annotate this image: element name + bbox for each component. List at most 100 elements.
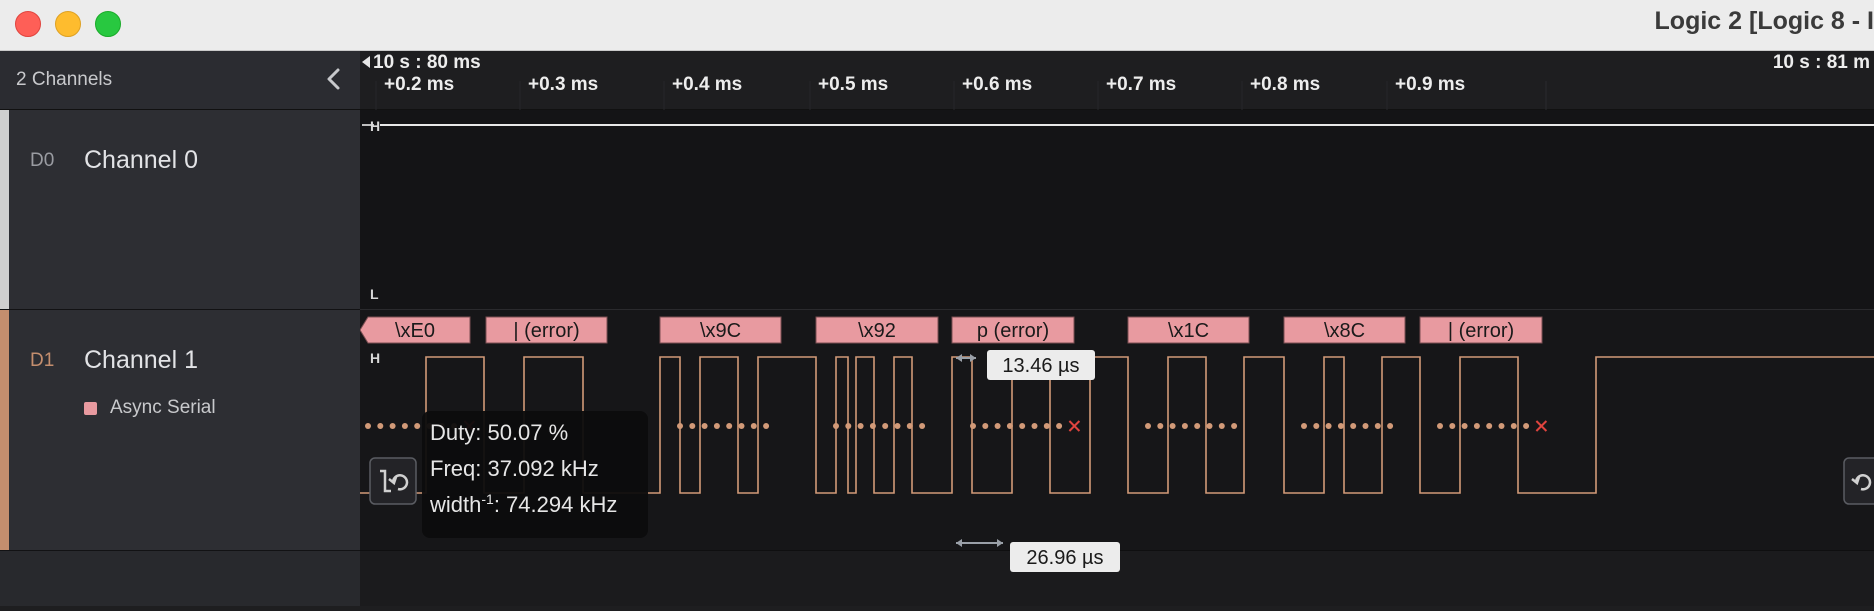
bit-dot [1498,423,1505,429]
channel-color-stripe [0,310,9,550]
decoded-frame-label: | (error) [513,320,579,342]
decoded-frame-label: \x92 [858,320,896,342]
bit-dot [857,423,864,429]
window-title: Logic 2 [Logic 8 - I [1654,7,1874,35]
bit-dot [750,423,757,429]
bit-dot [906,423,913,429]
waveform-area[interactable]: 10 s : 80 ms 10 s : 81 m +0.2 ms +0.3 ms +… [359,51,1874,606]
ruler-tick-label: +0.7 ms [1106,74,1176,95]
bit-dot [1473,423,1480,429]
bit-dot [1486,423,1493,429]
bit-dot [869,423,876,429]
bit-dot [401,423,408,429]
bit-dot [1325,423,1332,429]
measure-edge-button-left[interactable] [369,457,417,505]
decoded-frame[interactable]: \x1C [1127,316,1250,344]
decoded-frame-label: | (error) [1448,320,1514,342]
bit-dot [1350,423,1357,429]
bit-dot [677,423,683,429]
bit-dot [763,423,770,429]
decoded-frame[interactable]: \xE0 [359,316,471,344]
bit-dot [1006,423,1013,429]
ruler-end-label: 10 s : 81 m [1773,52,1870,73]
decoded-frame[interactable]: | (error) [485,316,608,344]
channel-id: D0 [30,150,55,171]
decoded-frame-label: \x1C [1168,320,1209,342]
bit-dot [919,423,926,429]
bit-dot [1157,423,1164,429]
bit-dot [1194,423,1201,429]
channel-row-d0[interactable]: D0 Channel 0 [0,110,360,310]
decoded-frame-label: p (error) [977,320,1049,342]
decoded-frame-label: \xE0 [395,320,435,342]
ruler-tick-label: +0.4 ms [672,74,742,95]
decoded-frame[interactable]: \x8C [1283,316,1406,344]
bit-dot [833,423,839,429]
bit-dot [1387,423,1394,429]
title-bar: Logic 2 [Logic 8 - I [0,0,1874,51]
bit-dot [389,423,396,429]
sidebar-empty-area [0,551,360,606]
bit-dot [414,423,421,429]
bit-dot [1043,423,1050,429]
close-window-button[interactable] [15,11,41,37]
bit-dot [726,423,733,429]
measurement-tooltip: Duty: 50.07 % Freq: 37.092 kHz width-1: … [422,411,648,538]
duty-readout: Duty: 50.07 % [430,420,568,445]
channel-row-d1[interactable]: D1 Channel 1 Async Serial [0,310,360,551]
bit-dot [1031,423,1038,429]
bit-dot [982,423,989,429]
ruler-tick-label: +0.9 ms [1395,74,1465,95]
bit-dot [1231,423,1238,429]
bit-dot [1301,423,1307,429]
channel-0-lane[interactable] [360,110,1874,309]
width-inverse-readout: width-1: 74.294 kHz [429,491,617,517]
channel-0-high-label: H [370,118,380,134]
bit-dot [1019,423,1026,429]
channel-name[interactable]: Channel 0 [84,146,198,175]
bit-dot [689,423,696,429]
zoom-window-button[interactable] [95,11,121,37]
measure-edge-button-right[interactable] [1843,457,1874,505]
bit-dot [994,423,1001,429]
bit-dot [970,423,976,429]
decoded-frame-label: \x8C [1324,320,1365,342]
pulse-width-value: 13.46 µs [1002,355,1079,377]
waveform-canvas[interactable]: 10 s : 80 ms 10 s : 81 m +0.2 ms +0.3 ms +… [359,51,1874,606]
sidebar-header: 2 Channels [0,51,360,110]
channel-0-low-label: L [370,286,379,302]
analyzer-item-async-serial[interactable]: Async Serial [84,396,216,420]
channel-1-high-label: H [370,350,380,366]
channel-name[interactable]: Channel 1 [84,346,198,375]
channel-count-label: 2 Channels [16,69,113,90]
decoded-frame[interactable]: \x9C [659,316,782,344]
bit-dot [882,423,889,429]
bit-dot [1313,423,1320,429]
bit-dot [1145,423,1151,429]
chevron-left-icon[interactable] [320,65,348,93]
decoded-frame[interactable]: | (error) [1419,316,1543,344]
bit-dot [1206,423,1213,429]
bit-dot [1181,423,1188,429]
bit-dot [845,423,852,429]
bit-dot [1056,423,1063,429]
bit-dot [365,423,371,429]
analyzer-color-swatch [84,401,97,415]
minimize-window-button[interactable] [55,11,81,37]
decoded-frame[interactable]: \x92 [815,316,939,344]
channel-id: D1 [30,350,55,371]
ruler-tick-label: +0.5 ms [818,74,888,95]
analyzer-name: Async Serial [110,397,216,418]
bit-dot [1437,423,1443,429]
channel-color-stripe [0,110,9,309]
bit-dot [1374,423,1381,429]
decoded-frame[interactable]: p (error) [951,316,1075,344]
bit-dot [1449,423,1456,429]
bit-dot [894,423,901,429]
bit-dot [1337,423,1344,429]
freq-readout: Freq: 37.092 kHz [430,456,599,481]
ruler-tick-label: +0.3 ms [528,74,598,95]
bit-dot [713,423,720,429]
bit-dot [1510,423,1517,429]
bit-dot [701,423,708,429]
